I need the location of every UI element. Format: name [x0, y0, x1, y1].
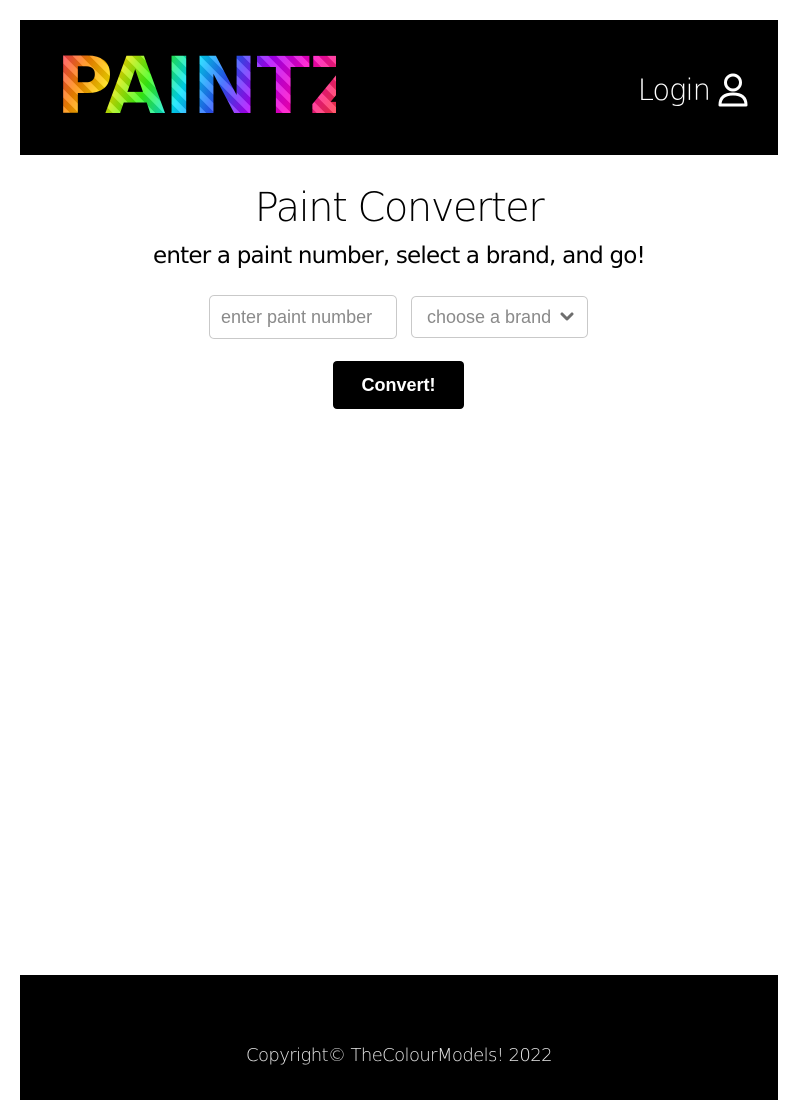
brand-select[interactable]: choose a brand — [411, 296, 588, 338]
page-title: Paint Converter — [254, 185, 545, 231]
chevron-down-icon — [560, 312, 574, 322]
user-icon[interactable] — [718, 73, 748, 107]
login-label[interactable]: Login — [638, 73, 711, 107]
paintz-logo[interactable]: PAINTZ! — [56, 50, 336, 124]
paint-number-input[interactable] — [209, 295, 397, 339]
login-link[interactable]: Login — [638, 70, 748, 110]
convert-button[interactable]: Convert! — [333, 361, 464, 409]
site-footer: Copyright© TheColourModels! 2022 — [20, 975, 778, 1100]
copyright-text: Copyright© TheColourModels! 2022 — [246, 1045, 553, 1066]
page-subtitle: enter a paint number, select a brand, an… — [153, 243, 646, 269]
site-header: PAINTZ! Login — [20, 20, 778, 155]
brand-select-value: choose a brand — [427, 306, 552, 327]
